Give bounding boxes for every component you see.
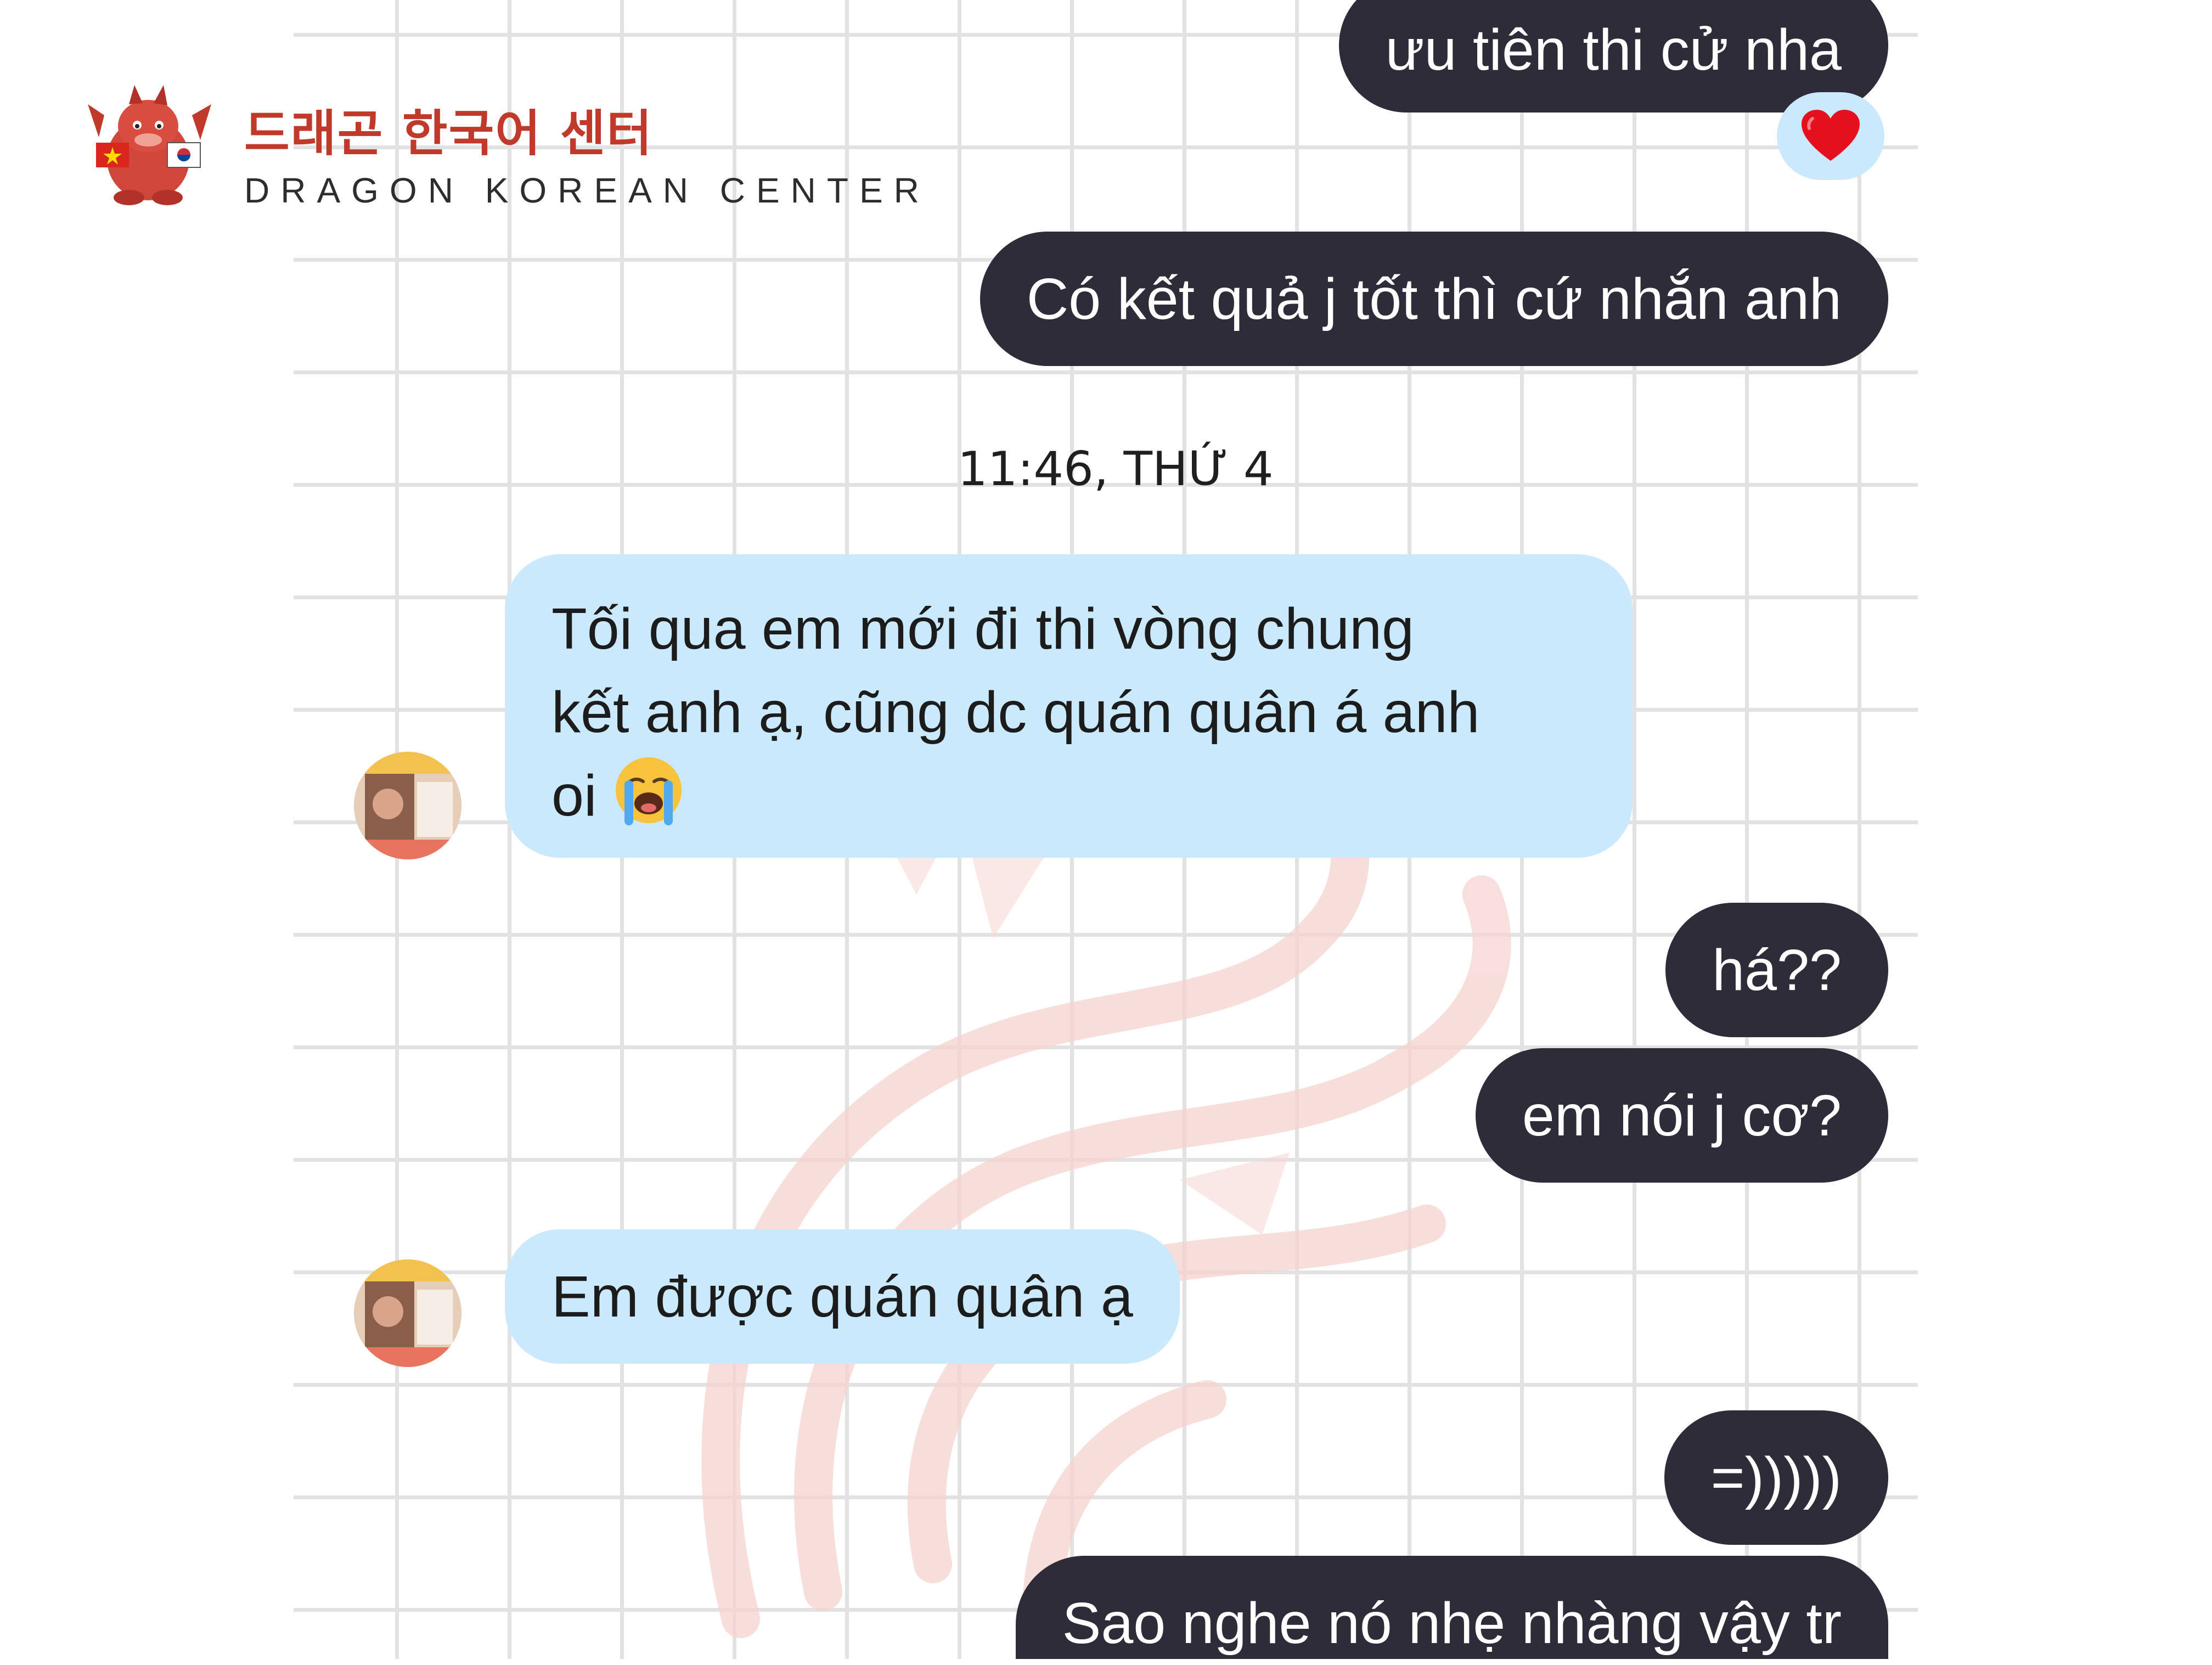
outgoing-message[interactable]: =))))) (1664, 1410, 1888, 1545)
contact-avatar[interactable] (354, 1259, 461, 1367)
avatar-image (354, 1259, 461, 1367)
incoming-message[interactable]: Tối qua em mới đi thi vòng chung kết anh… (505, 554, 1633, 858)
heart-icon (1802, 110, 1860, 161)
outgoing-message[interactable]: Có kết quả j tốt thì cứ nhắn anh (980, 232, 1888, 366)
brand-english-name: DRAGON KOREAN CENTER (244, 171, 930, 210)
message-text: ưu tiên thi cử nha (1385, 18, 1842, 82)
message-text: Có kết quả j tốt thì cứ nhắn anh (1026, 267, 1842, 331)
message-line: kết anh ạ, cũng dc quán quân á anh (551, 680, 1480, 745)
reaction-badge[interactable] (1777, 92, 1884, 180)
message-text: =))))) (1710, 1445, 1842, 1510)
outgoing-message[interactable]: em nói j cơ? (1475, 1048, 1888, 1183)
brand-korean-name: 드래곤 한국어 센터 (244, 105, 654, 162)
avatar-image (354, 752, 461, 859)
message-text: há?? (1712, 938, 1842, 1003)
message-line: Tối qua em mới đi thi vòng chung (551, 597, 1414, 661)
contact-avatar[interactable] (354, 752, 461, 859)
message-text: em nói j cơ? (1522, 1083, 1842, 1148)
message-line-with-emoji: oi (551, 754, 1586, 837)
message-text: Em được quán quân ạ (551, 1264, 1133, 1329)
incoming-message[interactable]: Em được quán quân ạ (505, 1229, 1180, 1364)
message-line: oi (551, 763, 597, 828)
outgoing-message[interactable]: há?? (1665, 903, 1888, 1037)
outgoing-message[interactable]: Sao nghe nó nhẹ nhàng vậy tr (1015, 1556, 1888, 1659)
crying-face-icon (615, 757, 682, 825)
chat-timestamp: 11:46, THỨ 4 (958, 442, 1274, 497)
message-text: Sao nghe nó nhẹ nhàng vậy tr (1062, 1591, 1842, 1656)
dragon-logo (88, 85, 211, 205)
